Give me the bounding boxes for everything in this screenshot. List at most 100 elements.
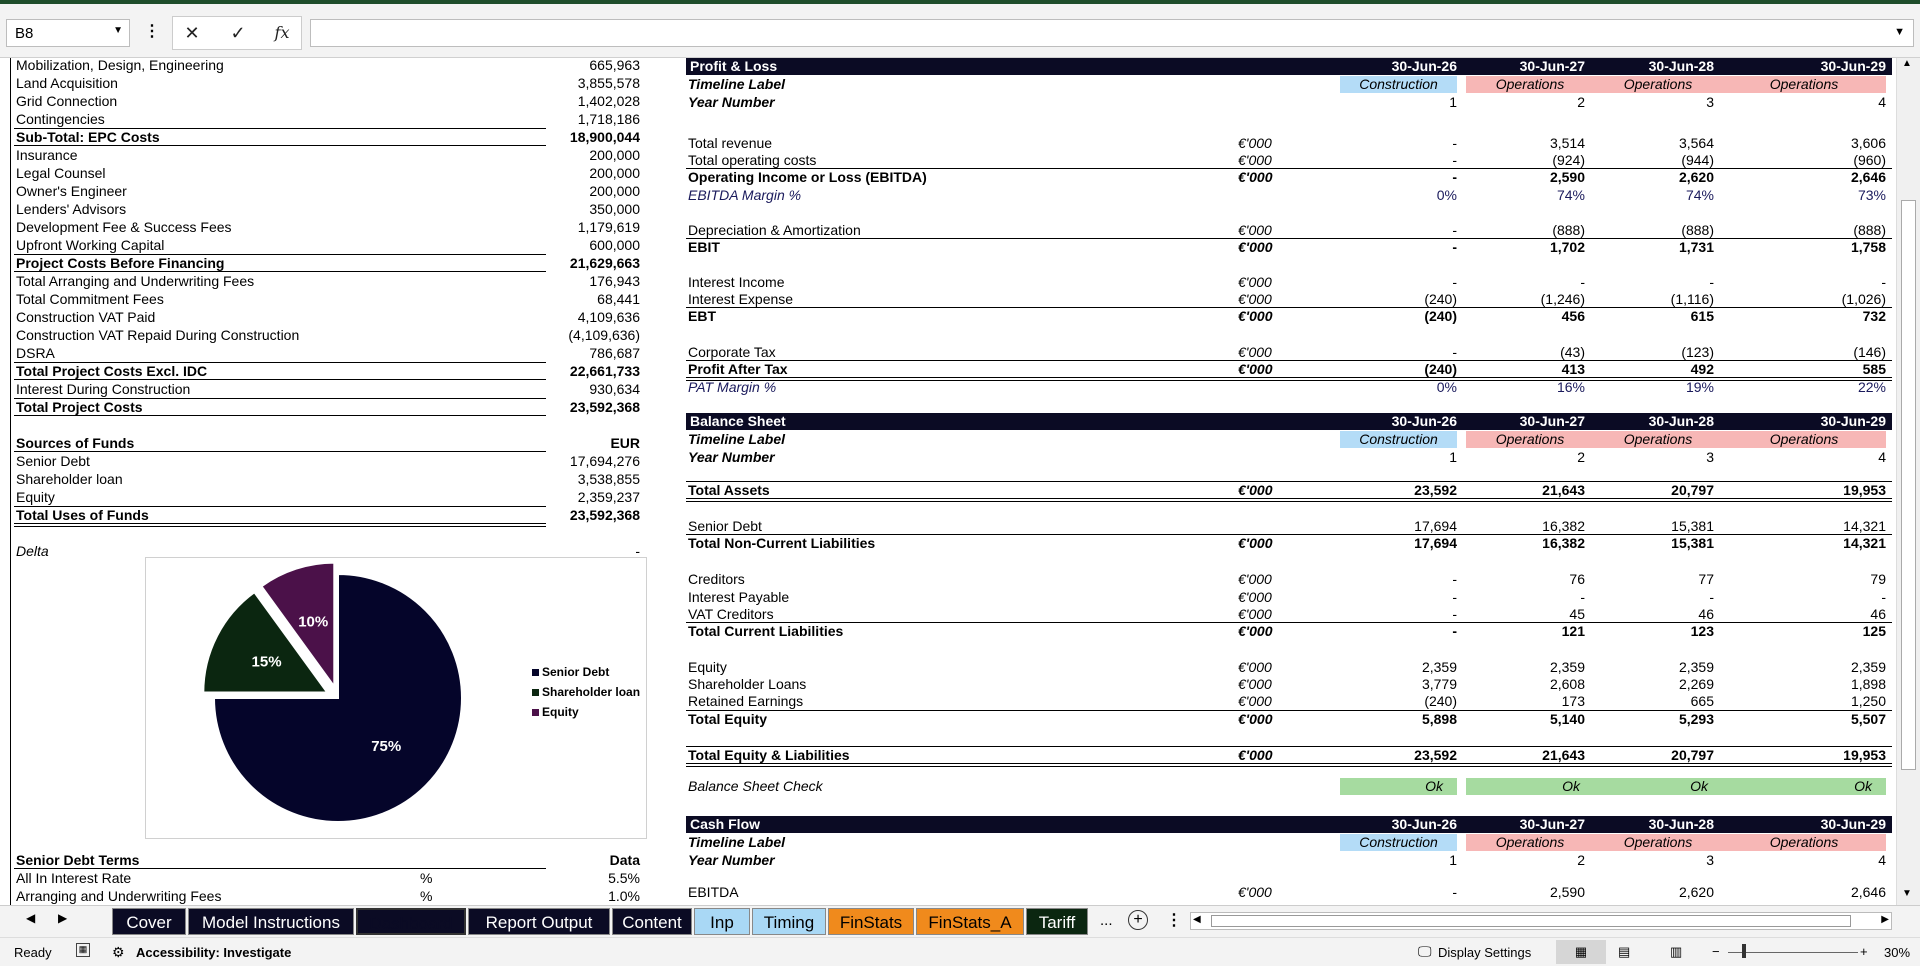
fs-row-value: (888) (1681, 222, 1714, 238)
tab-timing[interactable]: Timing (752, 908, 826, 935)
year-number: 2 (1577, 94, 1585, 110)
fs-row-label: Operating Income or Loss (EBITDA) (688, 169, 927, 185)
fs-row-value: - (1452, 589, 1457, 605)
timeline-cell: Construction (1340, 834, 1457, 851)
scroll-down-icon[interactable]: ▼ (1902, 888, 1912, 899)
tab-model-instructions[interactable]: Model Instructions (188, 908, 354, 935)
fs-row-value: 5,898 (1421, 711, 1457, 727)
fs-row-value: - (1881, 589, 1886, 605)
horizontal-scrollbar[interactable]: ◀ ▶ (1190, 912, 1892, 930)
add-sheet-icon[interactable]: + (1128, 910, 1148, 930)
zoom-slider-thumb[interactable] (1742, 944, 1746, 958)
fs-row-value: (240) (1424, 693, 1457, 709)
cost-row-value: 930,634 (589, 381, 640, 397)
display-settings-button[interactable]: Display Settings (1438, 945, 1531, 960)
period-date: 30-Jun-29 (1820, 413, 1886, 429)
name-box[interactable]: B8 ▼ (6, 19, 130, 47)
fs-row-value: 21,643 (1542, 482, 1585, 498)
funding-pie-chart[interactable]: 75% 15% 10% Senior Debt Shareholder loan Equi… (145, 557, 647, 839)
macro-record-icon[interactable]: ▦ (76, 943, 90, 957)
cost-row-value: 200,000 (589, 147, 640, 163)
vertical-scroll-thumb[interactable] (1901, 200, 1916, 770)
cost-row-label: Grid Connection (16, 93, 118, 109)
next-sheet-icon[interactable]: ▶ (58, 911, 67, 925)
vertical-scrollbar[interactable]: ▲ ▼ (1896, 58, 1920, 905)
tab-finstats-a[interactable]: FinStats_A (916, 908, 1024, 935)
fs-row-value: 2,646 (1850, 169, 1886, 185)
chevron-down-icon[interactable]: ▼ (113, 25, 123, 36)
normal-view-icon[interactable]: ▦ (1556, 940, 1606, 964)
zoom-level[interactable]: 30% (1884, 945, 1910, 960)
horizontal-scroll-thumb[interactable] (1211, 915, 1851, 927)
legend-entry: Shareholder loan (542, 685, 640, 699)
fs-row-value: 732 (1862, 308, 1886, 324)
fs-row-value: (924) (1552, 152, 1585, 168)
cost-row-label: Sub-Total: EPC Costs (16, 129, 160, 145)
tab-content[interactable]: Content (612, 908, 692, 935)
fs-row-value: 2,359 (1850, 659, 1886, 675)
page-layout-icon[interactable]: ▤ (1618, 944, 1630, 960)
display-settings-icon[interactable]: 🖵 (1418, 943, 1432, 960)
total-uses-value: 23,592,368 (569, 507, 640, 523)
fs-row-label: Senior Debt (688, 518, 762, 534)
fs-row-unit: €'000 (1238, 482, 1273, 498)
total-uses-label: Total Uses of Funds (16, 507, 149, 523)
legend-entry: Equity (542, 705, 579, 719)
scroll-right-icon[interactable]: ▶ (1881, 914, 1889, 925)
timeline-cell: Operations (1466, 834, 1594, 851)
uses-double-border (14, 523, 546, 527)
tab-inp[interactable]: Inp (694, 908, 750, 935)
row-double-border (686, 498, 1892, 502)
insert-function-icon[interactable]: fx (266, 18, 298, 48)
cost-row-value: 3,855,578 (577, 75, 640, 91)
sheet-tab-bar: ◀ ▶ Cover Model Instructions Dashboard Repo… (0, 905, 1920, 937)
enter-icon[interactable]: ✓ (222, 18, 254, 48)
fs-row-unit: €'000 (1238, 291, 1272, 307)
accessibility-status[interactable]: Accessibility: Investigate (136, 945, 291, 960)
zoom-slider[interactable] (1728, 952, 1858, 953)
source-row-label: Equity (16, 489, 55, 505)
timeline-cell: Operations (1722, 834, 1886, 851)
cost-row-label: Legal Counsel (16, 165, 106, 181)
fs-row-label: Interest Income (688, 274, 785, 290)
row-top-border (686, 622, 1892, 623)
accessibility-icon[interactable]: ⚙ (112, 944, 125, 961)
year-number-label: Year Number (688, 852, 775, 868)
tab-finstats[interactable]: FinStats (828, 908, 914, 935)
tab-report-output[interactable]: Report Output (468, 908, 610, 935)
fs-row-unit: €'000 (1238, 884, 1272, 900)
scroll-left-icon[interactable]: ◀ (1193, 914, 1201, 925)
cost-row-label: Upfront Working Capital (16, 237, 165, 253)
fs-row-value: (123) (1681, 344, 1714, 360)
period-date: 30-Jun-26 (1391, 816, 1457, 832)
more-options-icon[interactable]: ⋮ (144, 21, 160, 41)
fs-row-value: 3,779 (1421, 676, 1457, 692)
cost-row-value: 600,000 (589, 237, 640, 253)
page-break-icon[interactable]: ▥ (1670, 944, 1682, 960)
worksheet-grid[interactable]: Mobilization, Design, Engineering 665,963… (0, 58, 1920, 905)
total-bottom-border (14, 271, 546, 272)
more-tabs[interactable]: ... (1100, 912, 1113, 929)
tab-options-icon[interactable]: ⋮ (1166, 910, 1182, 930)
row-top-border (686, 307, 1892, 308)
tab-tariff[interactable]: Tariff (1026, 908, 1088, 935)
fs-row-value: (888) (1552, 222, 1585, 238)
zoom-out-icon[interactable]: − (1712, 944, 1720, 959)
scroll-up-icon[interactable]: ▲ (1902, 58, 1912, 69)
legend-entry: Senior Debt (542, 665, 609, 679)
zoom-in-icon[interactable]: + (1860, 944, 1868, 959)
tab-cover[interactable]: Cover (112, 908, 186, 935)
tab-dashboard[interactable]: Dashboard (356, 908, 466, 935)
sources-currency: EUR (610, 435, 640, 451)
cost-row-value: 21,629,663 (569, 255, 640, 271)
fs-row-unit: €'000 (1238, 222, 1272, 238)
period-date: 30-Jun-27 (1519, 413, 1585, 429)
debt-term-value: 5.5% (608, 870, 640, 886)
cancel-icon[interactable]: ✕ (176, 18, 208, 48)
formula-input[interactable]: ▼ (310, 19, 1914, 47)
timeline-label: Timeline Label (688, 834, 785, 850)
fs-row-label: VAT Creditors (688, 606, 774, 622)
fs-row-value: 2,608 (1549, 676, 1585, 692)
prev-sheet-icon[interactable]: ◀ (26, 911, 35, 925)
expand-formula-icon[interactable]: ▼ (1894, 26, 1905, 38)
